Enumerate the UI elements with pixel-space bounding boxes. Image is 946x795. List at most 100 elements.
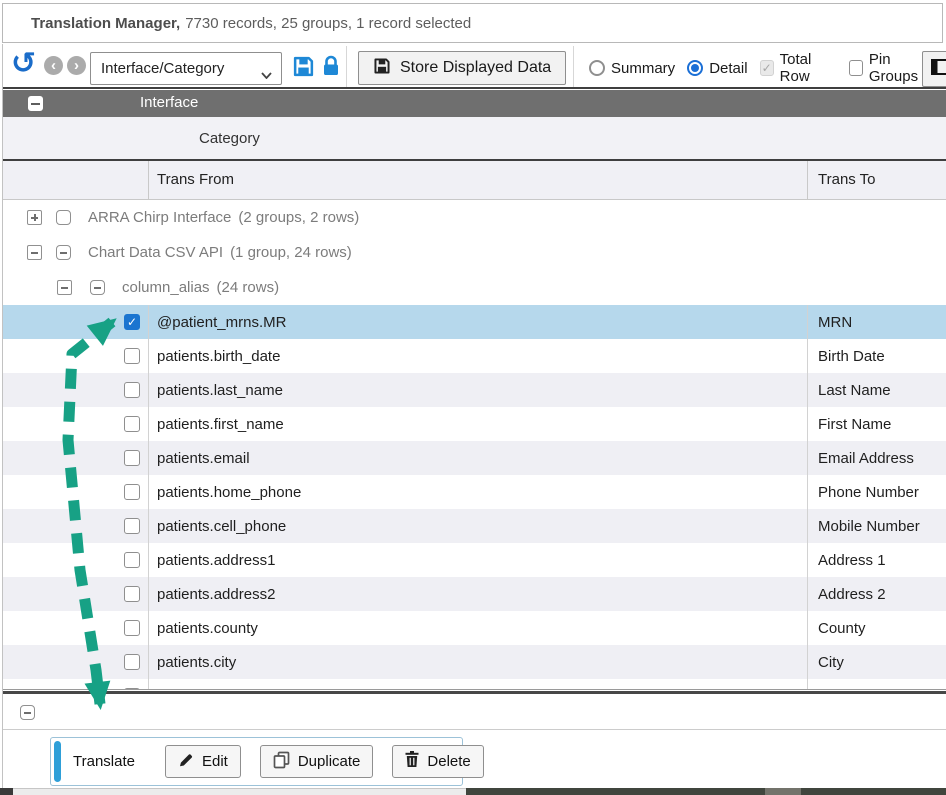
checkbox-total-row[interactable]: ✓: [760, 60, 774, 76]
grouping-select-value: Interface/Category: [101, 60, 224, 77]
checkbox-pin-groups[interactable]: [849, 60, 863, 76]
delete-button-label: Delete: [427, 753, 470, 770]
row-checkbox[interactable]: [124, 620, 140, 636]
trans-from-cell: patients.cell_phone: [148, 509, 807, 543]
trans-to-cell: Address 2: [807, 577, 946, 611]
collapse-detail-panel-icon[interactable]: [20, 705, 35, 720]
group-header-category: Category: [3, 117, 946, 159]
table-row[interactable]: patients.last_name Last Name: [3, 373, 946, 407]
radio-detail[interactable]: [687, 60, 703, 76]
trans-from-cell: patients.city: [148, 645, 807, 679]
collapse-interface-icon[interactable]: [28, 96, 43, 111]
radio-summary[interactable]: [589, 60, 605, 76]
toolbar-separator: [346, 46, 347, 87]
column-divider: [807, 161, 808, 199]
back-icon[interactable]: ‹: [44, 56, 63, 75]
store-displayed-data-label: Store Displayed Data: [400, 59, 551, 77]
table-row[interactable]: patients.cell_phone Mobile Number: [3, 509, 946, 543]
trans-from-cell: patients.birth_date: [148, 339, 807, 373]
trans-from-cell: patients.first_name: [148, 407, 807, 441]
group-checkbox[interactable]: [56, 210, 71, 225]
save-icon[interactable]: [292, 55, 315, 83]
row-checkbox[interactable]: [124, 450, 140, 466]
group-header-category-label: Category: [199, 130, 260, 147]
column-header-row: Trans From Trans To: [3, 161, 946, 200]
collapse-icon[interactable]: [57, 280, 72, 295]
group-checkbox[interactable]: [90, 280, 105, 295]
trans-to-cell: Email Address: [807, 441, 946, 475]
trans-to-cell: County: [807, 611, 946, 645]
row-checkbox[interactable]: ✓: [124, 314, 140, 330]
view-options: Summary Detail ✓ Total Row Pin Groups: [589, 51, 946, 85]
table-row[interactable]: patients.birth_date Birth Date: [3, 339, 946, 373]
edit-button[interactable]: Edit: [165, 745, 241, 778]
tree-row-counts: (1 group, 24 rows): [230, 244, 352, 261]
duplicate-button[interactable]: Duplicate: [260, 745, 374, 778]
row-checkbox[interactable]: [124, 586, 140, 602]
column-layout-icon: [931, 59, 946, 80]
trans-to-cell: City: [807, 645, 946, 679]
row-checkbox[interactable]: [124, 484, 140, 500]
checkbox-total-row-label: Total Row: [780, 51, 837, 85]
row-checkbox[interactable]: [124, 348, 140, 364]
trash-icon: [405, 751, 419, 772]
column-header-trans-from[interactable]: Trans From: [157, 171, 234, 188]
forward-icon[interactable]: ›: [67, 56, 86, 75]
pencil-icon: [178, 752, 194, 772]
trans-from-cell: patients.address2: [148, 577, 807, 611]
floppy-icon: [373, 57, 391, 80]
row-checkbox[interactable]: [124, 416, 140, 432]
copy-icon: [273, 751, 290, 773]
row-checkbox[interactable]: [124, 518, 140, 534]
duplicate-button-label: Duplicate: [298, 753, 361, 770]
trans-to-cell: Last Name: [807, 373, 946, 407]
tree-row-label: ARRA Chirp Interface: [88, 209, 231, 226]
collapse-icon[interactable]: [27, 245, 42, 260]
tree-row-chart-data-csv-api[interactable]: Chart Data CSV API (1 group, 24 rows): [3, 235, 946, 270]
expand-icon[interactable]: [27, 210, 42, 225]
translate-panel-label: Translate: [73, 753, 135, 770]
translate-panel: Translate Edit Duplicate Delete: [50, 737, 463, 786]
tree-row-arra-chirp[interactable]: ARRA Chirp Interface (2 groups, 2 rows): [3, 200, 946, 235]
row-checkbox[interactable]: [124, 654, 140, 670]
row-checkbox[interactable]: [124, 382, 140, 398]
tree-row-label: column_alias: [122, 279, 210, 296]
detail-panel-collapse-row: [3, 696, 946, 730]
lock-icon[interactable]: [321, 55, 341, 82]
column-header-trans-to[interactable]: Trans To: [818, 171, 876, 188]
table-row[interactable]: patients.email Email Address: [3, 441, 946, 475]
translation-manager-window: Translation Manager, 7730 records, 25 gr…: [0, 0, 946, 795]
bottom-edge-strip: [765, 788, 801, 795]
table-row[interactable]: patients.city City: [3, 645, 946, 679]
group-header-interface-label: Interface: [140, 94, 198, 111]
table-row[interactable]: patients.first_name First Name: [3, 407, 946, 441]
trans-from-cell: patients.last_name: [148, 373, 807, 407]
table-row-selected[interactable]: ✓ @patient_mrns.MR MRN: [3, 305, 946, 339]
trans-to-cell: First Name: [807, 407, 946, 441]
row-checkbox[interactable]: [124, 552, 140, 568]
title-bar: Translation Manager, 7730 records, 25 gr…: [2, 3, 943, 43]
store-displayed-data-button[interactable]: Store Displayed Data: [358, 51, 566, 85]
grid-body: ARRA Chirp Interface (2 groups, 2 rows) …: [3, 200, 946, 690]
table-row[interactable]: patients.county County: [3, 611, 946, 645]
table-row[interactable]: patients.address2 Address 2: [3, 577, 946, 611]
table-row[interactable]: patients.address1 Address 1: [3, 543, 946, 577]
divider: [3, 87, 946, 89]
group-checkbox[interactable]: [56, 245, 71, 260]
trans-to-cell: Phone Number: [807, 475, 946, 509]
grouping-select[interactable]: Interface/Category: [90, 52, 282, 85]
bottom-edge-strip: [13, 788, 466, 795]
column-layout-button[interactable]: [922, 51, 946, 87]
undo-icon[interactable]: ↺: [11, 44, 36, 84]
trans-to-cell: Address 1: [807, 543, 946, 577]
section-divider: [3, 691, 946, 694]
left-border: [2, 44, 3, 788]
tree-row-counts: (24 rows): [217, 279, 280, 296]
app-title: Translation Manager,: [31, 15, 180, 32]
tree-row-column-alias[interactable]: column_alias (24 rows): [3, 270, 946, 305]
table-row[interactable]: patients.home_phone Phone Number: [3, 475, 946, 509]
record-summary: 7730 records, 25 groups, 1 record select…: [185, 15, 471, 32]
trans-from-cell: patients.county: [148, 611, 807, 645]
trans-to-cell: MRN: [807, 305, 946, 339]
delete-button[interactable]: Delete: [392, 745, 483, 778]
